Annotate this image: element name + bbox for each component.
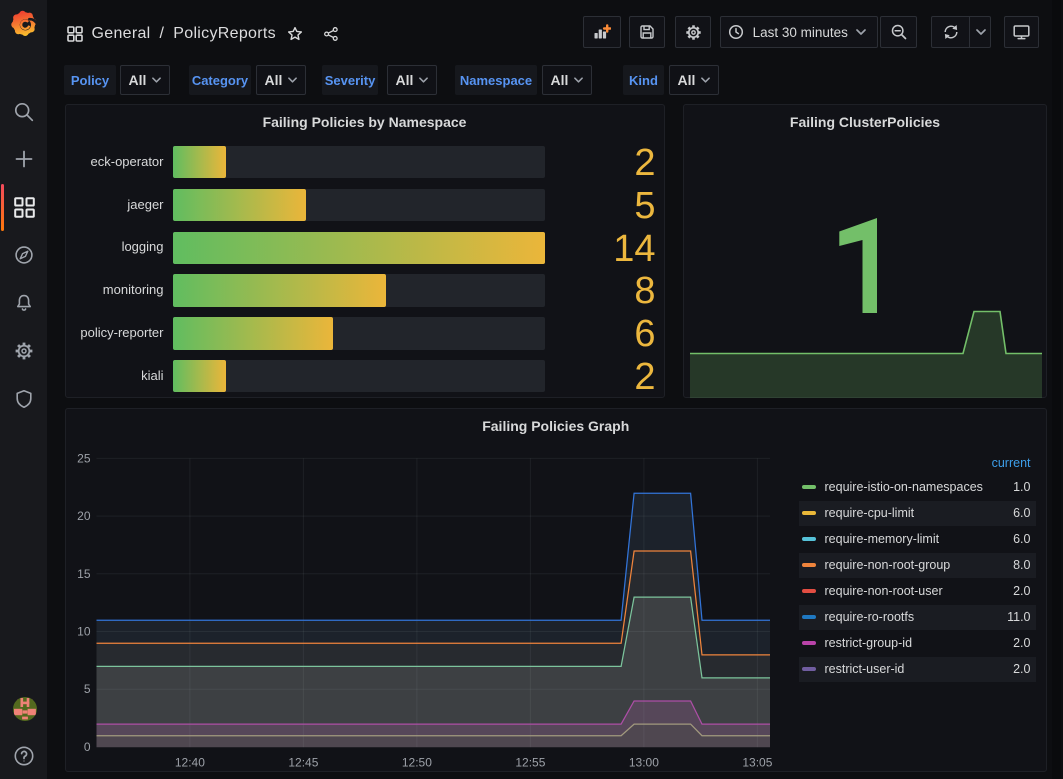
svg-text:0: 0	[83, 740, 90, 754]
svg-text:10: 10	[77, 625, 91, 639]
svg-text:13:00: 13:00	[628, 756, 658, 770]
svg-text:25: 25	[77, 451, 91, 465]
svg-text:12:40: 12:40	[174, 756, 204, 770]
svg-text:20: 20	[77, 509, 91, 523]
svg-text:12:45: 12:45	[288, 756, 318, 770]
svg-text:12:55: 12:55	[515, 756, 545, 770]
svg-text:5: 5	[83, 682, 90, 696]
svg-text:13:05: 13:05	[742, 756, 772, 770]
svg-text:15: 15	[77, 567, 91, 581]
svg-text:12:50: 12:50	[401, 756, 431, 770]
